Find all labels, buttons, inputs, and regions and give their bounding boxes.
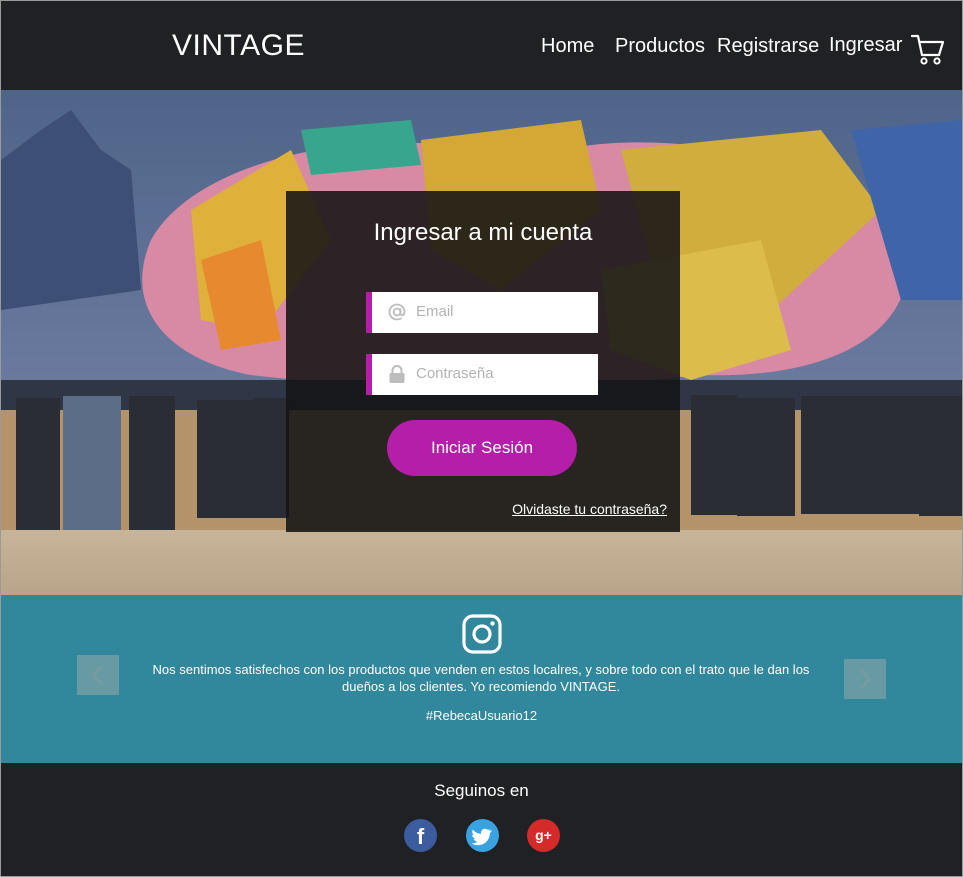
email-input[interactable]: [416, 292, 596, 331]
testimonial-quote: Nos sentimos satisfechos con los product…: [152, 662, 810, 694]
carousel-prev-button[interactable]: [77, 655, 119, 695]
forgot-password-link[interactable]: Olvidaste tu contraseña?: [512, 501, 667, 517]
testimonial-section: Nos sentimos satisfechos con los product…: [1, 595, 962, 763]
at-icon: [388, 303, 406, 321]
google-plus-icon[interactable]: g+: [527, 819, 560, 852]
footer: Seguinos en f g+: [1, 763, 962, 876]
nav-products[interactable]: Productos: [615, 35, 705, 58]
password-field[interactable]: [366, 354, 598, 395]
carousel-next-button[interactable]: [844, 659, 886, 699]
twitter-icon[interactable]: [466, 819, 499, 852]
follow-us-label: Seguinos en: [434, 781, 529, 800]
chevron-left-icon: [91, 665, 103, 685]
cart-icon[interactable]: [910, 31, 946, 67]
nav-home[interactable]: Home: [541, 35, 594, 58]
instagram-icon[interactable]: [461, 613, 503, 655]
facebook-icon[interactable]: f: [404, 819, 437, 852]
login-card: Ingresar a mi cuenta Iniciar Sesión Olvi…: [286, 191, 680, 532]
nav-register[interactable]: Registrarse: [717, 35, 819, 58]
chevron-right-icon: [860, 669, 872, 689]
testimonial-author: #RebecaUsuario12: [425, 708, 538, 723]
login-button[interactable]: Iniciar Sesión: [387, 420, 577, 476]
login-title: Ingresar a mi cuenta: [373, 219, 593, 246]
brand-logo[interactable]: VINTAGE: [172, 29, 305, 63]
page: VINTAGE Home Productos Registrarse Ingre…: [0, 0, 963, 877]
lock-icon: [389, 364, 405, 383]
email-field[interactable]: [366, 292, 598, 333]
nav-login[interactable]: Ingresar: [829, 34, 902, 57]
header: VINTAGE Home Productos Registrarse Ingre…: [1, 1, 962, 90]
password-input[interactable]: [416, 354, 596, 393]
